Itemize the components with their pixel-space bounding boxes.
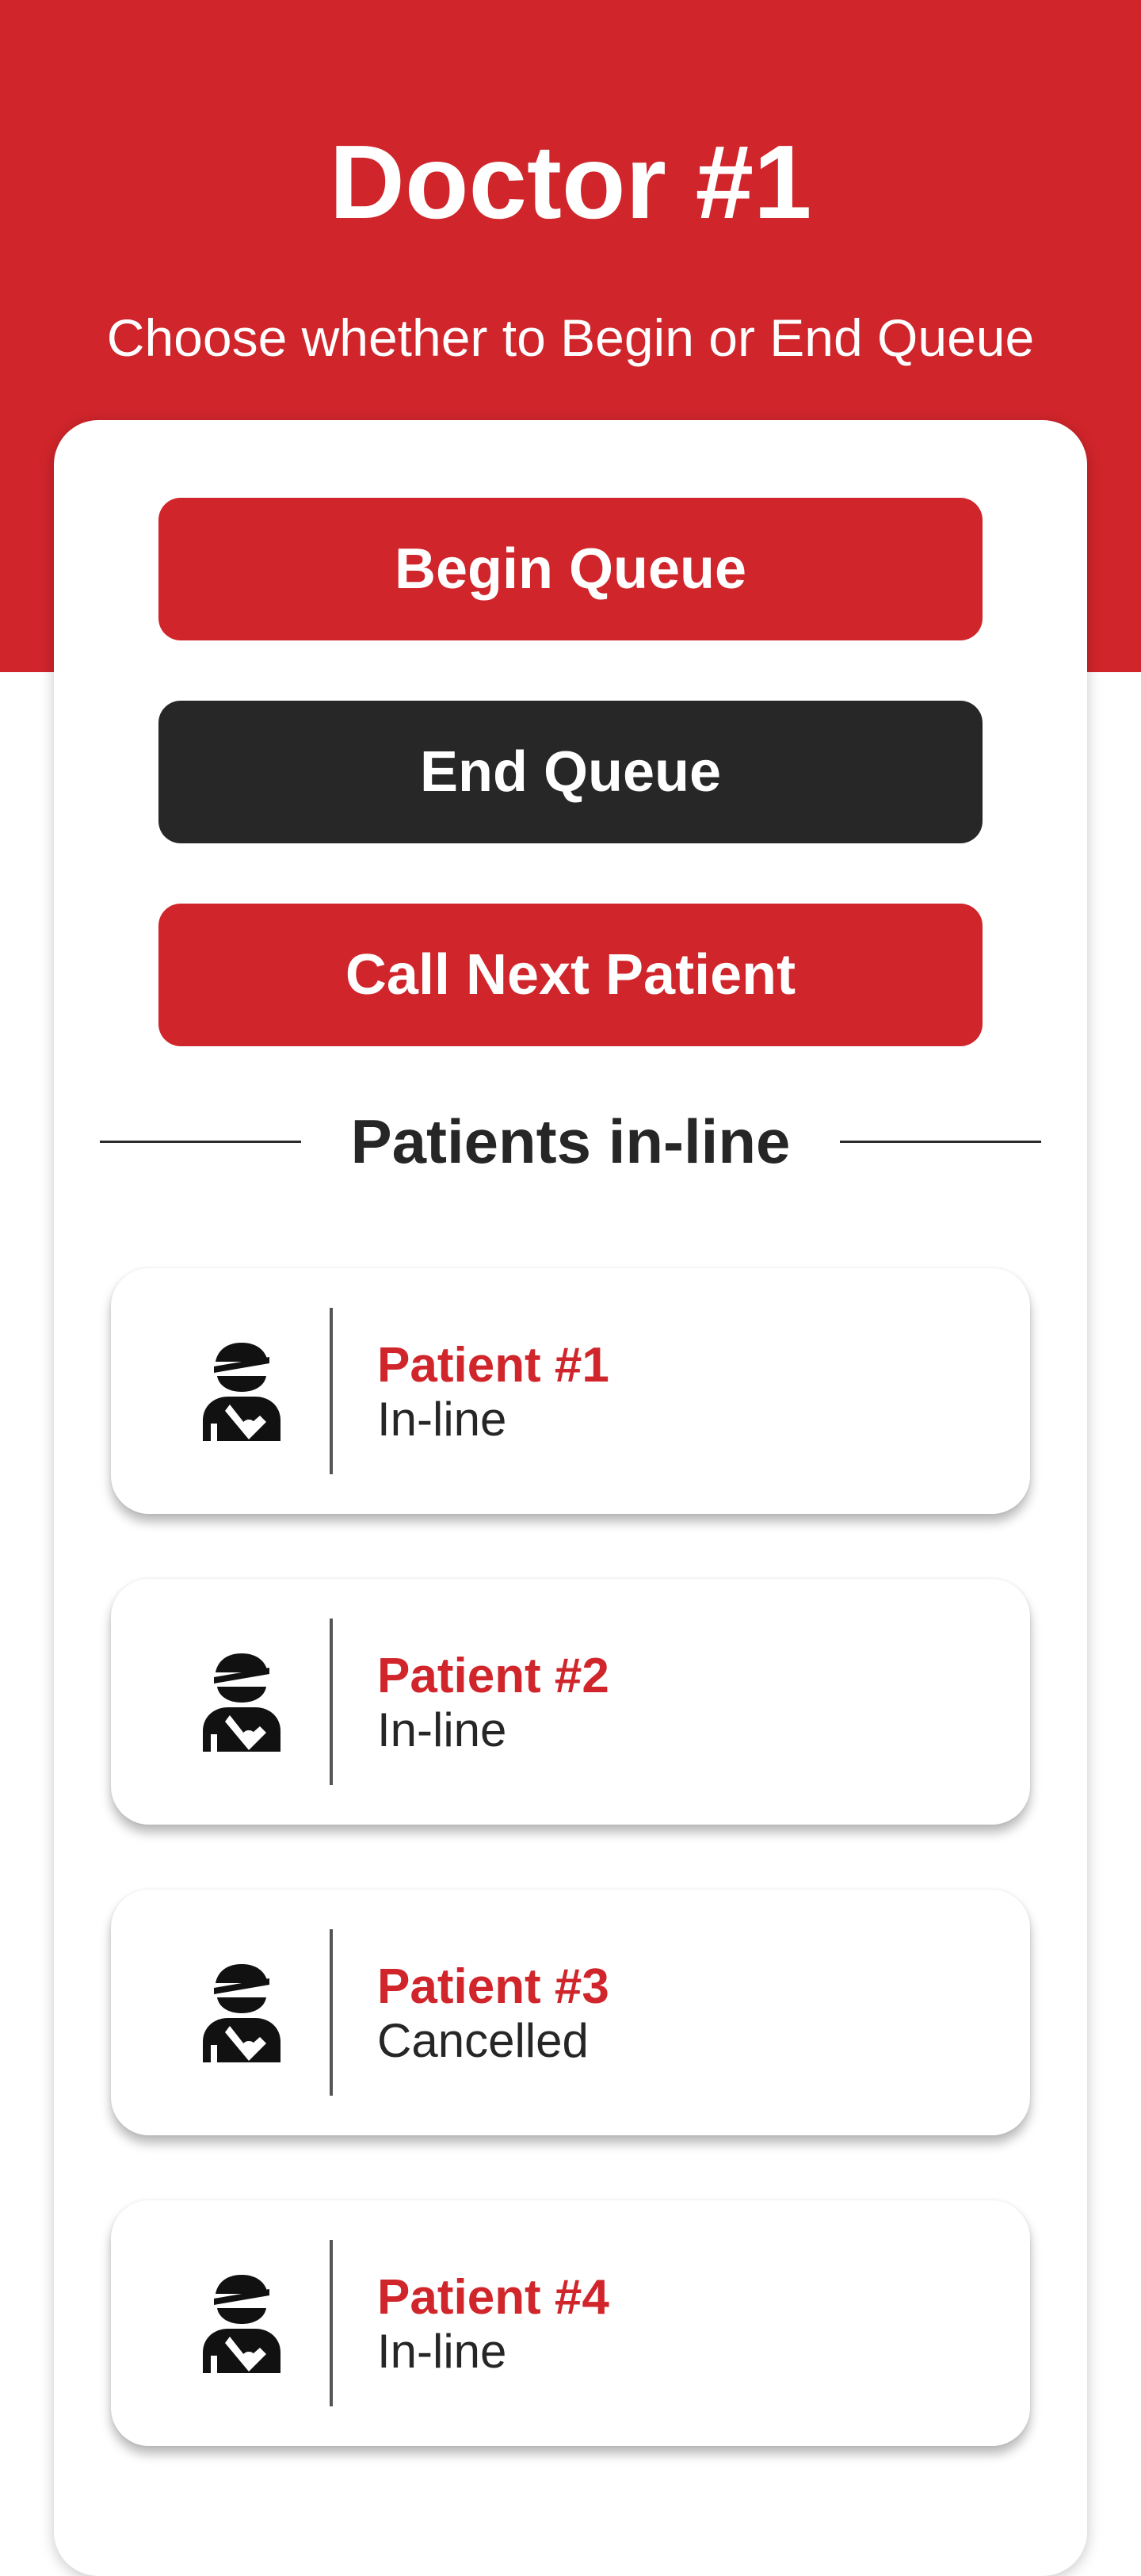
patient-card[interactable]: Patient #4 In-line <box>111 2200 1030 2446</box>
patient-status: In-line <box>377 1393 507 1446</box>
patients-section-title: Patients in-line <box>350 1106 791 1176</box>
patient-name: Patient #3 <box>377 1959 609 2014</box>
patient-status: In-line <box>377 2325 507 2378</box>
begin-queue-button[interactable]: Begin Queue <box>158 498 983 640</box>
divider-line-left <box>100 1140 301 1143</box>
patient-status: Cancelled <box>377 2014 589 2067</box>
patient-name: Patient #1 <box>377 1338 609 1393</box>
patient-name: Patient #2 <box>377 1649 609 1703</box>
patients-section-header: Patients in-line <box>100 1102 1041 1181</box>
injured-patient-icon <box>203 1964 280 2062</box>
patient-card[interactable]: Patient #2 In-line <box>111 1579 1030 1825</box>
card-divider <box>330 1929 333 2096</box>
patient-status: In-line <box>377 1703 507 1756</box>
patient-card[interactable]: Patient #3 Cancelled <box>111 1890 1030 2135</box>
injured-patient-icon <box>203 1653 280 1752</box>
divider-line-right <box>840 1140 1041 1143</box>
patient-name: Patient #4 <box>377 2270 609 2325</box>
card-divider <box>330 1308 333 1474</box>
page-subtitle: Choose whether to Begin or End Queue <box>106 308 1035 367</box>
patient-card[interactable]: Patient #1 In-line <box>111 1268 1030 1514</box>
card-divider <box>330 2240 333 2406</box>
injured-patient-icon <box>203 1343 280 1441</box>
queue-card: Begin Queue End Queue Call Next Patient … <box>54 420 1087 2576</box>
page-title: Doctor #1 <box>329 124 812 240</box>
injured-patient-icon <box>203 2275 280 2373</box>
card-divider <box>330 1619 333 1785</box>
call-next-patient-button[interactable]: Call Next Patient <box>158 904 983 1046</box>
end-queue-button[interactable]: End Queue <box>158 701 983 843</box>
